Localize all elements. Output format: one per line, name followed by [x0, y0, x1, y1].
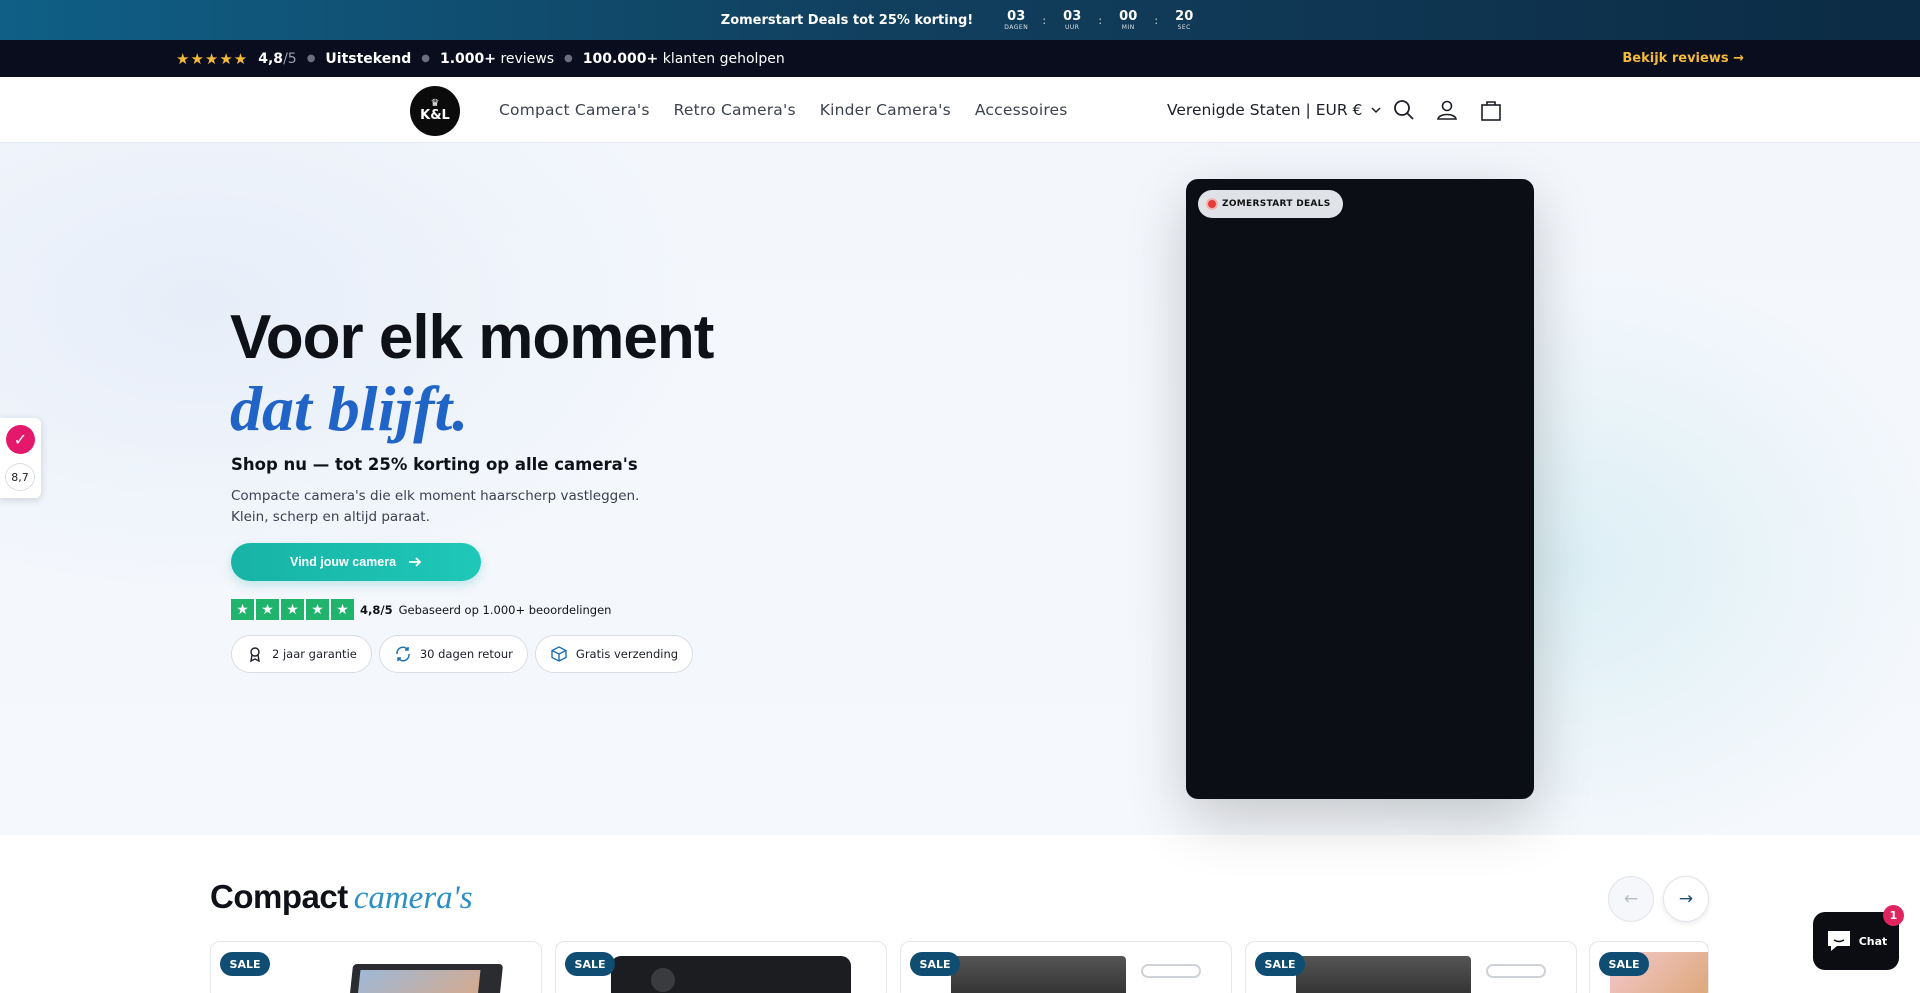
badge-warranty: 2 jaar garantie	[231, 635, 372, 673]
usp-badges: 2 jaar garantie 30 dagen retour Gratis v…	[231, 635, 694, 673]
account-icon[interactable]	[1434, 97, 1460, 123]
main-nav: Compact Camera's Retro Camera's Kinder C…	[499, 77, 1068, 143]
product-image	[1296, 956, 1471, 993]
rating-score: 4,8/5	[258, 50, 297, 67]
kiyoh-logo-icon: ✓	[6, 425, 35, 454]
nav-compact-cameras[interactable]: Compact Camera's	[499, 101, 650, 119]
product-image	[611, 956, 851, 993]
sale-badge: SALE	[1599, 952, 1649, 976]
chat-label: Chat	[1858, 934, 1888, 948]
customers-count: 100.000+ klanten geholpen	[582, 50, 785, 67]
product-card[interactable]: SALE	[900, 941, 1232, 993]
kiyoh-widget[interactable]: ✓ 8,7	[0, 418, 41, 498]
region-selector[interactable]: Verenigde Staten | EUR €	[1167, 77, 1382, 143]
carousel-prev-button[interactable]: ←	[1608, 876, 1654, 922]
cart-icon[interactable]	[1478, 97, 1504, 123]
product-card[interactable]: SALE	[210, 941, 542, 993]
star-rating-icon: ★★★★★	[176, 49, 249, 68]
cable-image	[1486, 964, 1546, 978]
chat-notification-badge: 1	[1883, 905, 1904, 926]
countdown-bar: Zomerstart Deals tot 25% korting! 03 DAG…	[0, 0, 1920, 40]
badge-returns: 30 dagen retour	[378, 635, 528, 673]
separator-dot: ●	[306, 53, 316, 64]
countdown-separator: :	[1042, 13, 1047, 27]
arrow-right-icon	[409, 557, 422, 567]
view-reviews-link[interactable]: Bekijk reviews →	[1622, 51, 1744, 66]
reviews-count: 1.000+ reviews	[439, 50, 555, 67]
trustpilot-rating: ★ ★ ★ ★ ★ 4,8/5 Gebaseerd op 1.000+ beoordel…	[231, 599, 611, 620]
product-image	[951, 956, 1126, 993]
product-card[interactable]: SALE	[555, 941, 887, 993]
countdown-separator: :	[1154, 13, 1159, 27]
countdown-minutes: 00 MIN	[1119, 8, 1138, 31]
product-card[interactable]: SALE	[1245, 941, 1577, 993]
sale-badge: SALE	[220, 952, 270, 976]
kiyoh-score: 8,7	[5, 463, 35, 491]
reviews-bar: ★★★★★ 4,8/5 ● Uitstekend ● 1.000+ review…	[0, 40, 1920, 77]
section-title: Compact camera's	[210, 878, 473, 916]
hero-video[interactable]: ZOMERSTART DEALS	[1186, 179, 1534, 799]
chat-bubble-icon	[1827, 931, 1850, 951]
countdown-seconds: 20 SEC	[1175, 8, 1194, 31]
cable-image	[1141, 964, 1201, 978]
hero-title: Voor elk moment	[230, 303, 714, 372]
rating-value: 4,8/5	[360, 602, 393, 617]
deals-badge: ZOMERSTART DEALS	[1198, 190, 1343, 218]
refresh-icon	[396, 646, 410, 662]
countdown-promo-text: Zomerstart Deals tot 25% korting!	[720, 12, 974, 28]
product-image	[348, 964, 504, 993]
rating-verdict: Uitstekend	[325, 50, 412, 67]
arrow-left-icon: ←	[1623, 889, 1639, 909]
sale-badge: SALE	[565, 952, 615, 976]
nav-kids-cameras[interactable]: Kinder Camera's	[820, 101, 951, 119]
live-dot-icon	[1208, 200, 1216, 208]
separator-dot: ●	[421, 53, 430, 64]
site-header: ♛ K&L Compact Camera's Retro Camera's Ki…	[0, 77, 1920, 143]
sale-badge: SALE	[1255, 952, 1305, 976]
trustpilot-stars-icon: ★ ★ ★ ★ ★	[231, 599, 354, 620]
carousel-next-button[interactable]: →	[1663, 876, 1709, 922]
logo-text: K&L	[420, 108, 450, 123]
countdown-separator: :	[1098, 13, 1103, 27]
hero-title-script: dat blijft.	[230, 373, 469, 444]
hero-section: Voor elk moment dat blijft. Shop nu — to…	[0, 143, 1920, 835]
hero-subhead: Shop nu — tot 25% korting op alle camera…	[231, 455, 638, 474]
separator-dot: ●	[564, 53, 573, 64]
hero-description: Compacte camera's die elk moment haarsch…	[231, 488, 640, 525]
product-card[interactable]: SALE	[1589, 941, 1709, 993]
rating-text: Gebaseerd op 1.000+ beoordelingen	[398, 602, 612, 617]
region-label: Verenigde Staten | EUR €	[1167, 101, 1363, 119]
chevron-down-icon	[1371, 107, 1381, 114]
search-icon[interactable]	[1391, 97, 1417, 123]
sale-badge: SALE	[910, 952, 960, 976]
nav-retro-cameras[interactable]: Retro Camera's	[674, 101, 796, 119]
countdown-hours: 03 UUR	[1063, 8, 1082, 31]
logo[interactable]: ♛ K&L	[410, 86, 460, 136]
arrow-right-icon: →	[1678, 889, 1694, 909]
countdown-days: 03 DAGEN	[1004, 8, 1029, 31]
nav-accessories[interactable]: Accessoires	[975, 101, 1068, 119]
award-icon	[250, 647, 260, 663]
find-camera-button[interactable]: Vind jouw camera	[231, 543, 481, 581]
badge-shipping: Gratis verzending	[534, 635, 694, 673]
package-icon	[551, 646, 567, 662]
